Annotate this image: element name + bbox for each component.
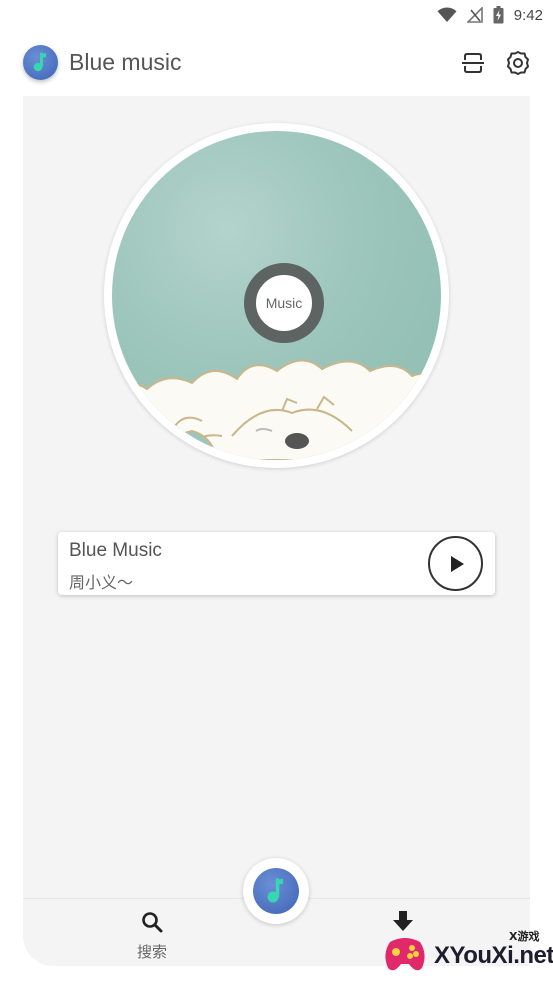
now-playing-title: Blue Music	[69, 540, 162, 561]
disc-center: Music	[244, 263, 324, 343]
music-note-icon	[33, 52, 46, 72]
settings-button[interactable]	[502, 47, 534, 79]
settings-gear-icon	[507, 51, 529, 75]
status-icons: 9:42	[437, 4, 543, 26]
app-bar: Blue music	[0, 42, 553, 84]
play-icon	[450, 555, 464, 572]
no-signal-icon	[466, 7, 483, 23]
nav-center-button[interactable]	[243, 858, 309, 924]
scan-icon	[462, 53, 484, 73]
nav-center-logo	[253, 868, 299, 914]
app-title: Blue music	[69, 49, 182, 75]
search-icon	[142, 912, 163, 933]
gamepad-logo-icon	[385, 938, 425, 971]
screen: 9:42 Blue music Music Blue Music 周小义～ 搜索…	[0, 0, 553, 984]
now-playing-card[interactable]: Blue Music 周小义～	[58, 532, 495, 595]
watermark: X游戏 XYouXi.net	[382, 928, 553, 978]
album-disc[interactable]: Music	[104, 123, 449, 468]
status-time: 9:42	[513, 6, 543, 24]
wifi-icon	[437, 7, 457, 23]
nav-search-button[interactable]: 搜索	[127, 911, 177, 962]
nav-search-label: 搜索	[136, 943, 167, 961]
battery-charging-icon	[493, 6, 504, 24]
scan-button[interactable]	[457, 47, 489, 79]
music-note-icon	[267, 878, 283, 903]
album-art: Music	[112, 131, 441, 460]
app-logo	[23, 45, 58, 80]
disc-center-label: Music	[265, 295, 303, 311]
play-button[interactable]	[428, 536, 483, 591]
watermark-text: XYouXi.net	[434, 942, 553, 969]
now-playing-artist: 周小义～	[69, 573, 134, 592]
status-bar: 9:42	[0, 0, 553, 30]
